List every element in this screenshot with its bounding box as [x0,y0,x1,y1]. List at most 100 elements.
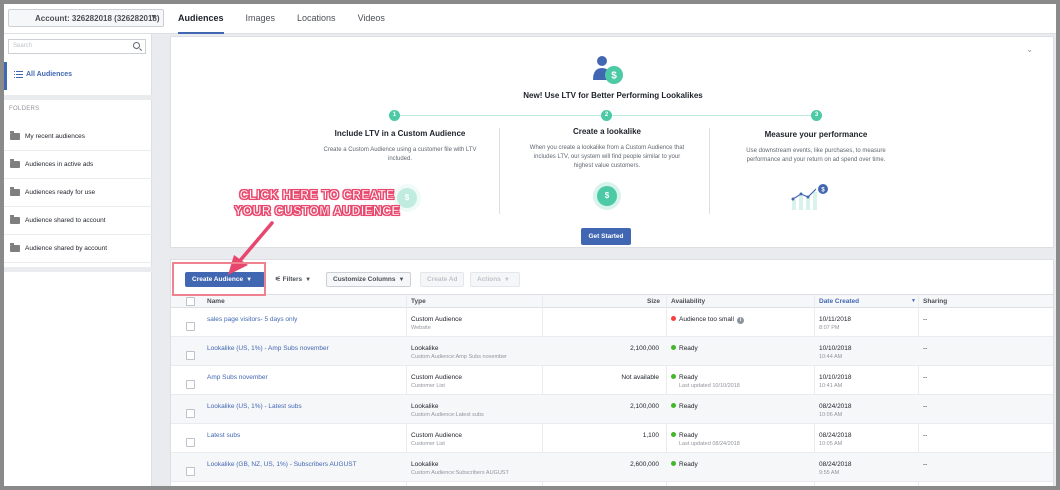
column-header-type[interactable]: Type [411,298,426,305]
type-label: Lookalike [411,461,439,468]
audience-size: Not available [621,374,659,381]
availability-label: Ready [679,403,698,410]
folder-label: Audiences in active ads [25,161,94,168]
ltv-person-icon: $ [593,56,623,84]
dollar-coin-icon: $ [597,186,617,206]
column-header-sharing[interactable]: Sharing [923,298,947,305]
tab-videos[interactable]: Videos [358,4,385,34]
type-label: Lookalike [411,345,439,352]
availability: Ready [671,460,698,468]
sort-desc-icon[interactable]: ▼ [911,298,916,304]
sharing: -- [923,345,928,352]
table-row[interactable]: sales page visitors- 5 days only Custom … [171,308,1053,337]
search-icon[interactable] [133,42,140,49]
actions-button[interactable]: Actions ▼ [470,272,520,287]
date-created: 10/10/2018 10:41 AM [819,374,852,389]
tab-images[interactable]: Images [246,4,276,34]
table-row[interactable]: Latest subs Custom Audience Customer List… [171,424,1053,453]
annotation-line-1: CLICK HERE TO CREATE [239,188,395,203]
caret-down-icon: ▼ [398,277,405,283]
annotation-callout: CLICK HERE TO CREATE YOUR CUSTOM AUDIENC… [218,187,416,219]
availability-label: Ready [679,461,698,468]
audience-name-link[interactable]: Lookalike (US, 1%) - Latest subs [207,403,302,410]
folder-icon [10,159,20,168]
date-created: 08/24/2018 9:55 AM [819,461,852,476]
get-started-button[interactable]: Get Started [581,228,631,245]
column-header-name[interactable]: Name [207,298,225,305]
time-label: 9:55 AM [819,470,840,476]
folder-audiences-ready-for-use[interactable]: Audiences ready for use [4,179,152,207]
account-label: Account: 326282018 (326282018) [35,14,160,23]
row-checkbox[interactable] [186,467,195,476]
step-3-text: Use downstream events, like purchases, t… [746,148,886,163]
audience-name-link[interactable]: Lookalike (GB, NZ, US, 1%) - Subscribers… [207,461,357,468]
step-2-title: Create a lookalike [572,127,642,136]
audience-name-link[interactable]: Amp Subs november [207,374,268,381]
column-header-size[interactable]: Size [647,298,660,305]
row-checkbox[interactable] [186,380,195,389]
folder-audience-shared-to-account[interactable]: Audience shared to account [4,207,152,235]
time-label: 10:06 AM [819,412,843,418]
folder-icon [10,131,20,140]
table-row[interactable]: Amp Subs november Custom Audience Custome… [171,366,1053,395]
folder-my-recent-audiences[interactable]: My recent audiences [4,123,152,151]
sidebar: Search All Audiences FOLDERS My recent a… [4,34,152,486]
audience-type: Custom Audience Customer List [411,374,462,389]
top-bar: Account: 326282018 (326282018) ▼ Audienc… [4,4,1056,34]
chevron-down-icon: ▼ [150,14,157,21]
caret-down-icon: ▼ [305,277,312,283]
audience-name-link[interactable]: sales page visitors- 5 days only [207,316,297,323]
step-3-dot: 3 [811,110,822,121]
type-label: Lookalike [411,403,439,410]
type-label: Custom Audience [411,374,462,381]
sidebar-item-all-audiences[interactable]: All Audiences [4,62,152,90]
folder-icon [10,187,20,196]
audience-size: 2,100,000 [630,345,659,352]
last-updated-label: Last updated 10/10/2018 [679,383,740,389]
column-header-date-created[interactable]: Date Created [819,298,859,305]
table-row[interactable]: Lookalike (GB, NZ, US, 1%) - Subscribers… [171,453,1053,482]
step-1-text: Create a Custom Audience using a custome… [323,147,477,162]
step-3-column: Measure your performance Use downstream … [711,130,921,165]
tab-locations[interactable]: Locations [297,4,336,34]
customize-columns-button[interactable]: Customize Columns ▼ [326,272,412,287]
audience-type: Lookalike Custom Audience:Subscribers AUG… [411,461,509,476]
row-checkbox[interactable] [186,351,195,360]
step-2-column: Create a lookalike When you create a loo… [502,127,712,171]
sharing: -- [923,432,928,439]
table-row[interactable]: Lookalike (US, 1%) - Amp Subs november L… [171,337,1053,366]
audience-size: 2,100,000 [630,403,659,410]
type-subtext: Customer List [411,383,445,389]
row-checkbox[interactable] [186,438,195,447]
info-icon[interactable]: i [736,317,744,324]
audience-name-link[interactable]: Lookalike (US, 1%) - Amp Subs november [207,345,329,352]
create-ad-button[interactable]: Create Ad [420,272,465,287]
date-label: 10/11/2018 [819,316,852,323]
time-label: 10:41 AM [819,383,843,389]
table-row[interactable]: Lookalike (US, 1%) - Latest subs Lookali… [171,395,1053,424]
audience-name-link[interactable]: Latest subs [207,432,240,439]
step-1-column: Include LTV in a Custom Audience Create … [295,129,505,164]
step-1-title: Include LTV in a Custom Audience [334,129,466,138]
performance-chart-icon: $ [791,184,828,210]
account-selector[interactable]: Account: 326282018 (326282018) ▼ [8,9,164,27]
row-checkbox[interactable] [186,322,195,331]
availability-label: Audience too small [679,316,734,323]
time-label: 8:07 PM [819,325,840,331]
type-subtext: Custom Audience:Subscribers AUGUST [411,470,509,476]
sharing: -- [923,403,928,410]
folder-audience-shared-by-account[interactable]: Audience shared by account [4,235,152,263]
svg-text:$: $ [611,71,617,82]
audience-size: 2,600,000 [630,461,659,468]
type-subtext: Custom Audience:Amp Subs november [411,354,507,360]
tab-audiences[interactable]: Audiences [178,4,224,34]
column-header-availability[interactable]: Availability [671,298,705,305]
search-input[interactable]: Search [8,39,146,54]
row-checkbox[interactable] [186,409,195,418]
screenshot-frame: Account: 326282018 (326282018) ▼ Audienc… [0,0,1060,490]
select-all-checkbox[interactable] [186,297,195,306]
folder-audiences-in-active-ads[interactable]: Audiences in active ads [4,151,152,179]
collapse-chevron-icon[interactable]: ⌄ [1026,45,1033,54]
sharing: -- [923,461,928,468]
audience-type: Custom Audience Customer List [411,432,462,447]
